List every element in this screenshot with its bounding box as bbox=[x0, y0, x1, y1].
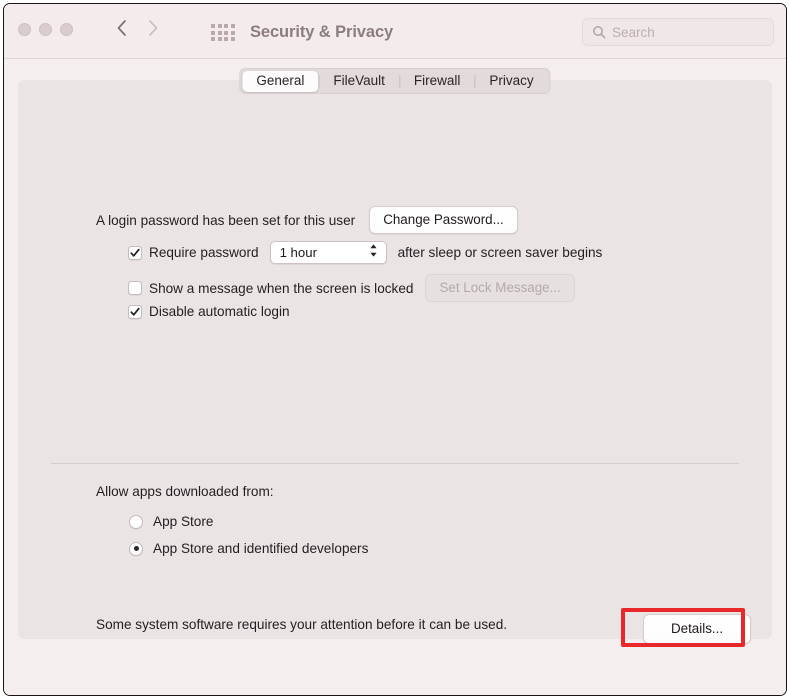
navigation-buttons bbox=[116, 19, 159, 37]
tab-filevault[interactable]: FileVault bbox=[319, 71, 399, 92]
zoom-button[interactable] bbox=[60, 23, 73, 36]
require-password-interval-value: 1 hour bbox=[279, 245, 317, 260]
tab-privacy[interactable]: Privacy bbox=[475, 71, 547, 92]
minimize-button[interactable] bbox=[39, 23, 52, 36]
search-icon bbox=[592, 25, 606, 39]
disable-auto-login-label: Disable automatic login bbox=[149, 304, 290, 319]
security-privacy-window: Security & Privacy Search General FileVa… bbox=[3, 3, 787, 696]
search-placeholder: Search bbox=[612, 24, 655, 40]
allow-apps-heading: Allow apps downloaded from: bbox=[96, 484, 274, 499]
chevron-right-icon[interactable] bbox=[148, 19, 159, 37]
traffic-light-group bbox=[18, 23, 73, 36]
show-lock-message-checkbox[interactable] bbox=[128, 281, 142, 295]
require-password-row: Require password 1 hour after sleep or s… bbox=[128, 241, 602, 264]
disable-auto-login-checkbox[interactable] bbox=[128, 304, 142, 319]
require-password-suffix-label: after sleep or screen saver begins bbox=[397, 245, 603, 260]
show-all-grid-icon[interactable] bbox=[211, 24, 235, 41]
system-software-attention-message: Some system software requires your atten… bbox=[96, 617, 508, 632]
system-software-attention-row: Some system software requires your atten… bbox=[96, 617, 507, 632]
window-content: General FileVault Firewall Privacy A log… bbox=[4, 59, 786, 695]
section-divider bbox=[51, 463, 739, 464]
radio-app-store-label: App Store bbox=[153, 514, 214, 529]
require-password-checkbox[interactable] bbox=[128, 245, 142, 260]
show-lock-message-row: Show a message when the screen is locked… bbox=[128, 274, 575, 302]
radio-app-store-identified-developers[interactable] bbox=[129, 541, 143, 556]
require-password-interval-select[interactable]: 1 hour bbox=[269, 241, 387, 264]
set-lock-message-button[interactable]: Set Lock Message... bbox=[425, 274, 575, 302]
change-password-button[interactable]: Change Password... bbox=[369, 206, 518, 234]
preferences-panel: General FileVault Firewall Privacy A log… bbox=[18, 68, 772, 644]
allow-apps-heading-row: Allow apps downloaded from: bbox=[96, 484, 274, 499]
chevron-updown-icon bbox=[369, 243, 378, 263]
disable-auto-login-row: Disable automatic login bbox=[128, 304, 290, 319]
login-password-row: A login password has been set for this u… bbox=[96, 206, 518, 234]
radio-app-store[interactable] bbox=[129, 514, 143, 529]
require-password-label: Require password bbox=[149, 245, 259, 260]
window-toolbar: Security & Privacy Search bbox=[4, 4, 786, 59]
chevron-left-icon[interactable] bbox=[116, 19, 127, 37]
radio-identified-developers-label: App Store and identified developers bbox=[153, 541, 369, 556]
show-lock-message-label: Show a message when the screen is locked bbox=[149, 280, 414, 296]
login-password-status: A login password has been set for this u… bbox=[96, 212, 356, 228]
details-button[interactable]: Details... bbox=[643, 614, 751, 644]
allow-apps-option-appstore[interactable]: App Store bbox=[129, 514, 213, 529]
tab-firewall[interactable]: Firewall bbox=[400, 71, 475, 92]
close-button[interactable] bbox=[18, 23, 31, 36]
page-title: Security & Privacy bbox=[250, 23, 394, 41]
unlocked-padlock-icon[interactable] bbox=[29, 691, 59, 695]
search-field[interactable]: Search bbox=[582, 18, 774, 46]
allow-apps-option-identified-developers[interactable]: App Store and identified developers bbox=[129, 541, 368, 556]
tab-general[interactable]: General bbox=[242, 70, 319, 92]
tab-bar: General FileVault Firewall Privacy bbox=[239, 68, 551, 94]
